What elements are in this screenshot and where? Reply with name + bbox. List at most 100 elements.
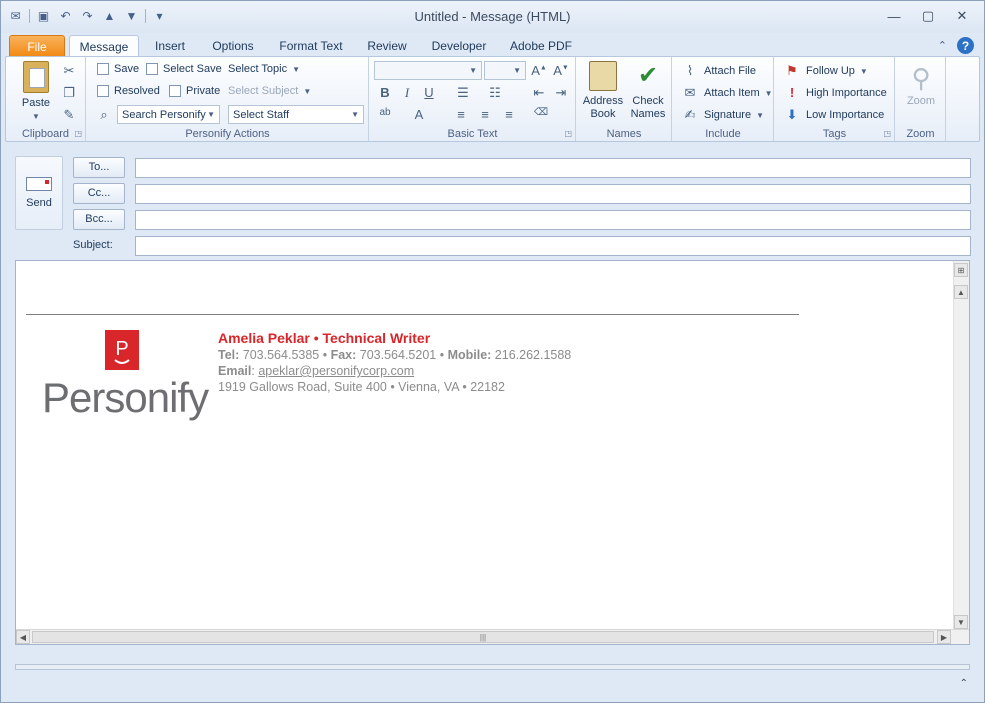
highlight-icon[interactable]: ab (376, 107, 394, 118)
bold-icon[interactable]: B (376, 85, 394, 100)
select-save-checkbox-row[interactable]: Select Save (146, 63, 222, 75)
underline-icon[interactable]: U (420, 85, 438, 100)
binoculars-icon[interactable]: ⌕ (95, 107, 113, 123)
subject-field[interactable] (135, 236, 971, 256)
collapse-ribbon-icon[interactable]: ⌃ (938, 39, 947, 52)
resolved-label: Resolved (114, 85, 160, 97)
attach-item-button[interactable]: ✉ Attach Item ▼ (681, 85, 773, 101)
to-field[interactable] (135, 158, 971, 178)
clipboard-launcher-icon[interactable]: ◳ (74, 129, 82, 138)
private-checkbox-row[interactable]: Private (169, 85, 220, 97)
tab-review[interactable]: Review (361, 35, 413, 57)
paste-icon (23, 61, 49, 93)
cc-button[interactable]: Cc... (73, 183, 125, 204)
vertical-scrollbar[interactable]: ⊞ ▲ ▼ (953, 261, 969, 629)
private-label: Private (186, 85, 221, 97)
zoom-button[interactable]: ⚲ Zoom (900, 61, 942, 108)
scroll-down-icon[interactable]: ▼ (954, 615, 968, 629)
high-importance-button[interactable]: ! High Importance (783, 85, 887, 100)
group-basic-text: ▼ ▼ A▲ A▼ B I U ☰ ☷ ⇤ ⇥ ab A ≡ ≡ ≡ ⌫ Bas… (370, 57, 576, 141)
decrease-indent-icon[interactable]: ⇤ (530, 85, 548, 101)
save-checkbox[interactable] (97, 63, 109, 75)
magnifier-icon: ⚲ (911, 63, 931, 93)
check-names-button[interactable]: ✔ Check Names (627, 61, 669, 121)
group-names: Address Book ✔ Check Names Names (577, 57, 672, 141)
message-body[interactable]: P Personify Amelia Peklar • Technical Wr… (15, 260, 970, 645)
paste-dropdown-icon[interactable]: ▼ (14, 110, 58, 123)
font-size-dropdown[interactable]: ▼ (484, 61, 526, 80)
people-pane-splitter[interactable] (15, 664, 970, 670)
select-save-label: Select Save (163, 63, 222, 75)
scroll-up-icon[interactable]: ▲ (954, 285, 968, 299)
clear-formatting-icon[interactable]: ⌫ (532, 107, 550, 118)
exclamation-icon: ! (789, 85, 795, 100)
bullets-icon[interactable]: ☰ (454, 85, 472, 101)
tab-adobe-pdf[interactable]: Adobe PDF (505, 35, 577, 57)
tab-format-text[interactable]: Format Text (275, 35, 347, 57)
save-label: Save (114, 63, 140, 75)
align-center-icon[interactable]: ≡ (476, 107, 494, 122)
signature-divider (26, 314, 799, 315)
resolved-checkbox-row[interactable]: Resolved (97, 85, 160, 97)
select-staff-label: Select Staff (233, 108, 290, 121)
message-header-form: Send To... Cc... Bcc... Subject: (5, 144, 980, 256)
ribbon-tabs: File Message Insert Options Format Text … (1, 33, 984, 57)
private-checkbox[interactable] (169, 85, 181, 97)
grow-font-icon[interactable]: A▲ (530, 63, 548, 78)
send-button[interactable]: Send (15, 156, 63, 230)
title-bar: ✉ ▣ ↶ ↷ ▲ ▼ ▾ Untitled - Message (HTML) … (1, 1, 984, 33)
address-book-button[interactable]: Address Book (581, 61, 625, 121)
cc-field[interactable] (135, 184, 971, 204)
bcc-field[interactable] (135, 210, 971, 230)
signature-button[interactable]: ✍ Signature ▼ (681, 107, 764, 123)
scroll-right-icon[interactable]: ▶ (937, 630, 951, 644)
bcc-button[interactable]: Bcc... (73, 209, 125, 230)
save-checkbox-row[interactable]: Save (97, 63, 139, 75)
help-icon[interactable]: ? (957, 37, 974, 54)
numbering-icon[interactable]: ☷ (486, 85, 504, 101)
attach-file-button[interactable]: ⌇ Attach File (681, 63, 756, 79)
horizontal-scrollbar[interactable]: ◀ ||| ▶ (16, 629, 969, 644)
follow-up-button[interactable]: ⚑ Follow Up ▼ (783, 63, 868, 79)
close-icon[interactable]: ✕ (948, 7, 976, 25)
names-label: Names (630, 108, 666, 120)
paste-button[interactable]: Paste ▼ (14, 61, 58, 123)
resolved-checkbox[interactable] (97, 85, 109, 97)
search-personify-dropdown[interactable]: Search Personify ▼ (117, 105, 220, 124)
cut-icon[interactable]: ✂ (60, 63, 78, 79)
select-topic-dropdown[interactable]: Select Topic ▼ (228, 63, 300, 75)
minimize-icon[interactable]: — (880, 7, 908, 25)
scroll-left-icon[interactable]: ◀ (16, 630, 30, 644)
align-right-icon[interactable]: ≡ (500, 107, 518, 122)
tab-file[interactable]: File (9, 35, 65, 57)
group-clipboard: Paste ▼ ✂ ❐ ✎ Clipboard ◳ (6, 57, 86, 141)
tab-options[interactable]: Options (205, 35, 261, 57)
tab-message[interactable]: Message (69, 35, 139, 57)
tab-insert[interactable]: Insert (147, 35, 193, 57)
signature-email-line: Email: apeklar@personifycorp.com (218, 364, 415, 378)
select-save-checkbox[interactable] (146, 63, 158, 75)
ruler-toggle-icon[interactable]: ⊞ (954, 263, 968, 277)
signature-name-line: Amelia Peklar • Technical Writer (218, 330, 431, 346)
to-button[interactable]: To... (73, 157, 125, 178)
maximize-icon[interactable]: ▢ (914, 7, 942, 25)
italic-icon[interactable]: I (398, 85, 416, 101)
increase-indent-icon[interactable]: ⇥ (552, 85, 570, 101)
basic-text-launcher-icon[interactable]: ◳ (564, 129, 572, 138)
low-importance-button[interactable]: ⬇ Low Importance (783, 107, 885, 123)
copy-icon[interactable]: ❐ (60, 85, 78, 101)
align-left-icon[interactable]: ≡ (452, 107, 470, 122)
format-painter-icon[interactable]: ✎ (60, 107, 78, 123)
tags-launcher-icon[interactable]: ◳ (883, 129, 891, 138)
horizontal-scroll-thumb[interactable]: ||| (32, 631, 934, 643)
select-staff-dropdown[interactable]: Select Staff ▼ (228, 105, 364, 124)
font-name-dropdown[interactable]: ▼ (374, 61, 482, 80)
expand-people-pane-icon[interactable]: ⌃ (960, 678, 968, 689)
email-link[interactable]: apeklar@personifycorp.com (258, 364, 414, 378)
signature-address-line: 1919 Gallows Road, Suite 400 • Vienna, V… (218, 380, 505, 394)
tab-developer[interactable]: Developer (425, 35, 493, 57)
select-subject-dropdown[interactable]: Select Subject ▼ (228, 85, 311, 97)
shrink-font-icon[interactable]: A▼ (552, 63, 570, 78)
font-color-icon[interactable]: A (410, 107, 428, 122)
signature-label: Signature (704, 109, 752, 121)
